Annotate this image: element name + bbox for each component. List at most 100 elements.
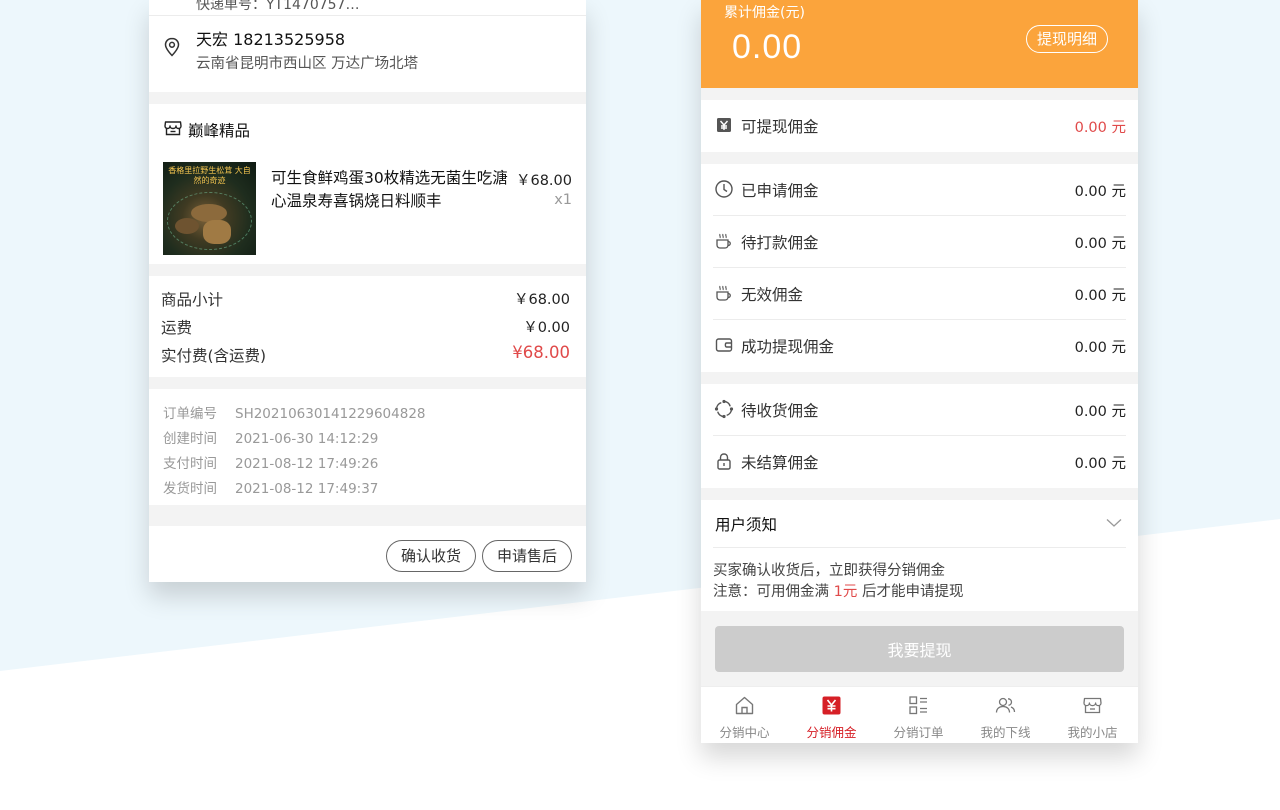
info-row-order-no: 订单编号 SH20210630141229604828 — [163, 402, 426, 422]
yen-icon — [822, 696, 841, 715]
tab-distribution-orders[interactable]: 分销订单 — [875, 687, 962, 743]
commission-value: 0.00 元 — [1074, 184, 1126, 200]
withdraw-button[interactable]: 我要提现 — [715, 626, 1124, 672]
tab-distribution-commission[interactable]: 分销佣金 — [788, 687, 875, 743]
commission-value: 0.00 元 — [1074, 120, 1126, 136]
info-label: 发货时间 — [163, 481, 217, 497]
notice-line-2: 注意：可用佣金满 1元 后才能申请提现 — [713, 580, 963, 601]
commission-row-withdrawn[interactable]: 成功提现佣金 0.00 元 — [713, 320, 1126, 372]
product-title[interactable]: 可生食鲜鸡蛋30枚精选无菌生吃溏心温泉寿喜锅烧日料顺丰 — [271, 167, 511, 213]
address-card[interactable]: 快递单号：YT1470757… 天宏 18213525958 云南省昆明市西山区… — [149, 0, 586, 92]
notice-title[interactable]: 用户须知 — [715, 513, 777, 535]
location-pin-icon — [164, 37, 180, 57]
info-value: 2021-06-30 14:12:29 — [235, 431, 379, 447]
notice-text: 后才能申请提现 — [857, 584, 964, 600]
commission-label: 未结算佣金 — [741, 454, 819, 472]
notice-line-1: 买家确认收货后，立即获得分销佣金 — [713, 563, 945, 579]
divider — [149, 15, 586, 16]
tab-label: 我的下线 — [980, 725, 1031, 740]
tab-my-shop[interactable]: 我的小店 — [1049, 687, 1136, 743]
notice-text: 注意：可用佣金满 — [713, 584, 834, 600]
bottom-tab-bar: 分销中心 分销佣金 分销订单 我的下线 我的小店 — [701, 686, 1138, 743]
commission-group-1: 已申请佣金 0.00 元 待打款佣金 0.00 元 无效佣金 0.00 元 成功… — [701, 164, 1138, 372]
commission-label: 无效佣金 — [741, 286, 804, 304]
after-sale-button[interactable]: 申请售后 — [482, 540, 573, 572]
tab-label: 分销中心 — [719, 725, 770, 740]
confirm-receipt-button[interactable]: 确认收货 — [386, 540, 477, 572]
info-value: 2021-08-12 17:49:37 — [235, 481, 379, 497]
total-commission-label: 累计佣金(元) — [724, 5, 805, 21]
fee-row-shipping: 运费 ￥0.00 — [161, 316, 570, 338]
info-label: 支付时间 — [163, 456, 217, 472]
commission-label: 可提现佣金 — [741, 118, 819, 136]
info-value: 2021-08-12 17:49:26 — [235, 456, 379, 472]
fee-value: ￥0.00 — [523, 320, 570, 336]
wallet-icon — [715, 338, 733, 352]
goods-card: 巅峰精品 香格里拉野生松茸 大自然的奇迹 可生食鲜鸡蛋30枚精选无菌生吃溏心温泉… — [149, 104, 586, 264]
commission-group-2: 待收货佣金 0.00 元 未结算佣金 0.00 元 — [701, 384, 1138, 488]
fee-row-total: 实付费(含运费) ¥68.00 — [161, 343, 570, 366]
chevron-down-icon[interactable] — [1106, 518, 1122, 528]
commission-row-applied[interactable]: 已申请佣金 0.00 元 — [713, 164, 1126, 216]
info-row-shipped: 发货时间 2021-08-12 17:49:37 — [163, 477, 378, 497]
commission-label: 成功提现佣金 — [741, 338, 835, 356]
users-icon — [995, 697, 1016, 713]
coffee-icon — [716, 285, 731, 301]
clock-icon — [715, 180, 733, 198]
recipient-address: 云南省昆明市西山区 万达广场北塔 — [196, 56, 419, 72]
fee-label: 商品小计 — [161, 291, 224, 309]
info-label: 创建时间 — [163, 431, 217, 447]
tab-label: 分销佣金 — [806, 725, 857, 740]
shop-name: 巅峰精品 — [188, 122, 251, 140]
commission-value: 0.00 元 — [1074, 288, 1126, 304]
commission-header: 累计佣金(元) 0.00 提现明细 — [701, 0, 1138, 88]
commission-row-withdrawable[interactable]: 可提现佣金 0.00 元 — [713, 100, 1126, 152]
order-detail-screen: 快递单号：YT1470757… 天宏 18213525958 云南省昆明市西山区… — [149, 0, 586, 582]
product-price: ￥68.00 — [515, 173, 572, 189]
total-commission-value: 0.00 — [732, 28, 803, 66]
commission-label: 已申请佣金 — [741, 182, 819, 200]
commission-row-unsettled[interactable]: 未结算佣金 0.00 元 — [713, 436, 1126, 488]
withdraw-detail-button[interactable]: 提现明细 — [1026, 25, 1109, 53]
fee-row-subtotal: 商品小计 ￥68.00 — [161, 288, 570, 310]
coffee-icon — [716, 233, 731, 249]
shop-icon — [1083, 697, 1102, 714]
info-row-paid: 支付时间 2021-08-12 17:49:26 — [163, 452, 378, 472]
tab-distribution-center[interactable]: 分销中心 — [701, 687, 788, 743]
shop-icon — [164, 121, 182, 136]
product-image[interactable]: 香格里拉野生松茸 大自然的奇迹 — [163, 162, 256, 255]
commission-value: 0.00 元 — [1074, 340, 1126, 356]
info-value: SH20210630141229604828 — [235, 406, 426, 422]
fee-value: ￥68.00 — [513, 292, 570, 308]
commission-value: 0.00 元 — [1074, 236, 1126, 252]
sync-icon — [714, 399, 734, 419]
order-action-bar: 确认收货 申请售后 — [149, 526, 586, 582]
commission-row-awaiting-receipt[interactable]: 待收货佣金 0.00 元 — [713, 384, 1126, 436]
info-label: 订单编号 — [163, 406, 217, 422]
fee-summary: 商品小计 ￥68.00 运费 ￥0.00 实付费(含运费) ¥68.00 — [149, 276, 586, 377]
commission-row-invalid[interactable]: 无效佣金 0.00 元 — [713, 268, 1126, 320]
commission-row-pending-payment[interactable]: 待打款佣金 0.00 元 — [713, 216, 1126, 268]
fee-label: 运费 — [161, 319, 193, 337]
commission-value: 0.00 元 — [1074, 404, 1126, 420]
tab-my-downline[interactable]: 我的下线 — [962, 687, 1049, 743]
lock-icon — [717, 453, 731, 470]
product-image-caption: 香格里拉野生松茸 大自然的奇迹 — [168, 166, 251, 185]
yen-icon — [717, 118, 731, 132]
commission-label: 待打款佣金 — [741, 234, 819, 252]
total-paid-value: ¥68.00 — [512, 343, 570, 362]
tab-label: 分销订单 — [893, 725, 944, 740]
commission-value: 0.00 元 — [1074, 456, 1126, 472]
commission-label: 待收货佣金 — [741, 402, 819, 420]
fee-label: 实付费(含运费) — [161, 347, 267, 365]
order-info: 订单编号 SH20210630141229604828 创建时间 2021-06-3… — [149, 389, 586, 505]
withdrawable-card: 可提现佣金 0.00 元 — [701, 100, 1138, 152]
commission-screen: 累计佣金(元) 0.00 提现明细 可提现佣金 0.00 元 已申请佣金 0.0… — [701, 0, 1138, 743]
home-icon — [735, 696, 754, 715]
product-quantity: x1 — [554, 192, 572, 208]
min-amount-highlight: 1元 — [833, 584, 858, 600]
recipient-name-phone: 天宏 18213525958 — [196, 30, 346, 49]
info-row-created: 创建时间 2021-06-30 14:12:29 — [163, 427, 378, 447]
tracking-number-text: 快递单号：YT1470757… — [196, 0, 360, 13]
tab-label: 我的小店 — [1067, 725, 1118, 740]
